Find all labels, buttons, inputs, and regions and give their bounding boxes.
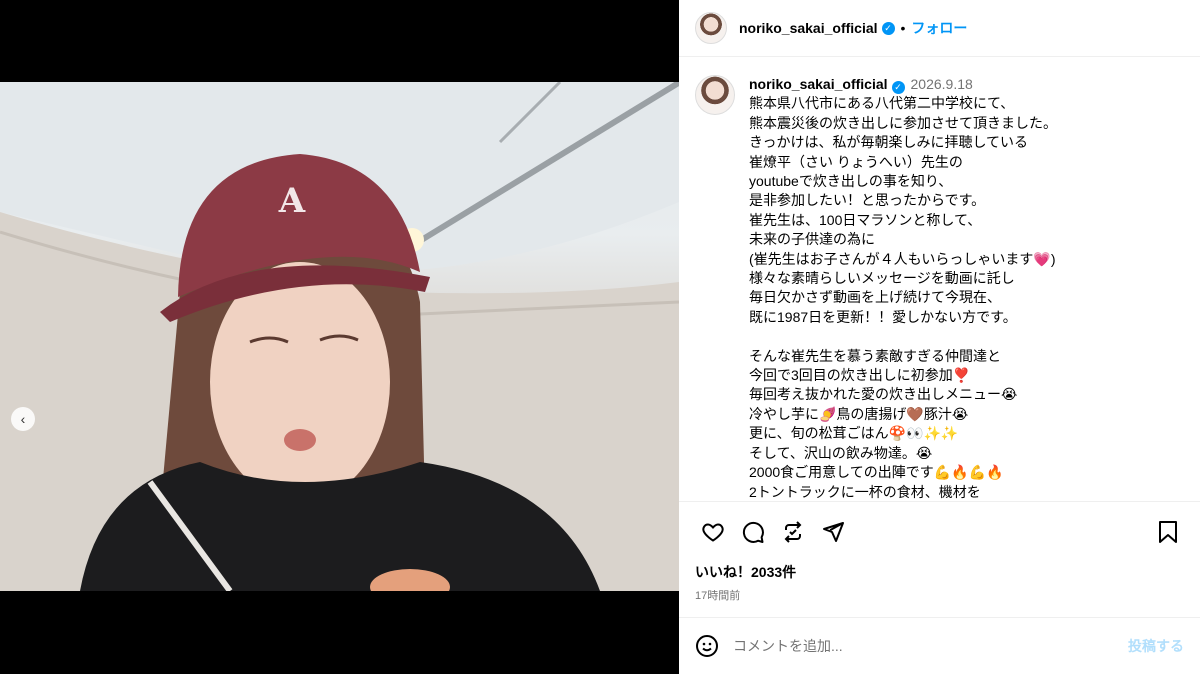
caption-line: 2トントラックに一杯の食材、機材を	[749, 483, 981, 500]
svg-text:A: A	[278, 181, 306, 221]
like-button[interactable]	[693, 512, 733, 552]
comment-bar: 投稿する	[679, 617, 1200, 674]
post-header: noriko_sakai_official ✓ • フォロー	[679, 0, 1200, 57]
caption: noriko_sakai_official ✓ 2026.9.18 熊本県八代市にあ…	[749, 75, 1057, 501]
caption-line: そして、沢山の飲み物達。😭	[749, 444, 933, 461]
caption-username-link[interactable]: noriko_sakai_official	[749, 76, 888, 92]
post-photo[interactable]: A ‹	[0, 82, 679, 591]
verified-badge-icon: ✓	[881, 21, 895, 35]
caption-line: 更に、旬の松茸ごはん🍄👀✨✨	[749, 425, 959, 442]
comment-bubble-icon	[742, 521, 764, 543]
separator: •	[900, 20, 906, 36]
avatar[interactable]	[695, 75, 735, 115]
media-pane: A ‹	[0, 0, 679, 674]
caption-line: 冷やし芋に🍠鳥の唐揚げ🤎豚汁😭	[749, 405, 969, 422]
caption-line: 様々な素晴らしいメッセージを動画に託し	[749, 270, 1015, 287]
side-panel: noriko_sakai_official ✓ • フォロー noriko_sa…	[679, 0, 1200, 674]
caption-line: 既に1987日を更新！！愛しかない方です。	[749, 308, 1017, 325]
repost-icon	[784, 520, 802, 543]
post-date: 2026.9.18	[910, 76, 973, 92]
caption-line: 熊本県八代市にある八代第二中学校にて、	[749, 95, 1015, 112]
comment-button[interactable]	[733, 512, 773, 552]
caption-line: そんな崔先生を慕う素敵すぎる仲間達と	[749, 347, 1001, 364]
heart-icon	[702, 522, 724, 542]
caption-line: 是非参加したい！と思ったからです。	[749, 192, 986, 209]
repost-button[interactable]	[773, 512, 813, 552]
save-button[interactable]	[1148, 512, 1188, 552]
chevron-left-icon: ‹	[20, 411, 26, 427]
bookmark-icon	[1159, 520, 1177, 543]
caption-line: 毎回考え抜かれた愛の炊き出しメニュー😭	[749, 386, 1018, 403]
caption-line: 崔先生は、100日マラソンと称して、	[749, 211, 982, 228]
like-count[interactable]: いいね！2033件	[679, 562, 1200, 582]
post-dialog: A ‹ noriko_sakai_official ✓ • フォロー norik…	[0, 0, 1200, 674]
avatar[interactable]	[695, 12, 727, 44]
caption-line: 2000食ご用意しての出陣です💪🔥💪🔥	[749, 464, 1004, 481]
comment-input[interactable]	[733, 638, 1128, 654]
share-button[interactable]	[813, 512, 853, 552]
verified-badge-icon: ✓	[891, 81, 905, 94]
caption-line: 今回で3回目の炊き出しに初参加❣️	[749, 367, 971, 384]
caption-line	[749, 327, 1057, 346]
username-link[interactable]: noriko_sakai_official	[739, 20, 878, 36]
emoji-icon[interactable]	[695, 634, 719, 658]
caption-line: 熊本震災後の炊き出しに参加させて頂きました。	[749, 114, 1057, 131]
post-comment-button[interactable]: 投稿する	[1128, 636, 1184, 656]
caption-line: (崔先生はお子さんが４人もいらっしゃいます💗)	[749, 250, 1056, 267]
caption-line: youtubeで炊き出しの事を知り、	[749, 173, 953, 190]
caption-section: noriko_sakai_official ✓ 2026.9.18 熊本県八代市にあ…	[679, 57, 1200, 501]
follow-button[interactable]: フォロー	[911, 18, 967, 38]
caption-line: きっかけは、私が毎朝楽しみに拝聴している	[749, 134, 1029, 151]
action-bar	[679, 501, 1200, 561]
paper-plane-icon	[823, 521, 844, 542]
caption-line: 未来の子供達の為に	[749, 231, 875, 248]
photo-illustration: A	[0, 82, 679, 591]
caption-line: 毎日欠かさず動画を上げ続けて今現在、	[749, 289, 1001, 306]
post-time: 17時間前	[695, 590, 741, 602]
caption-text: 熊本県八代市にある八代第二中学校にて、熊本震災後の炊き出しに参加させて頂きました…	[749, 94, 1057, 501]
carousel-prev-button[interactable]: ‹	[11, 407, 35, 431]
caption-line: 崔燎平（さい りょうへい）先生の	[749, 153, 963, 170]
